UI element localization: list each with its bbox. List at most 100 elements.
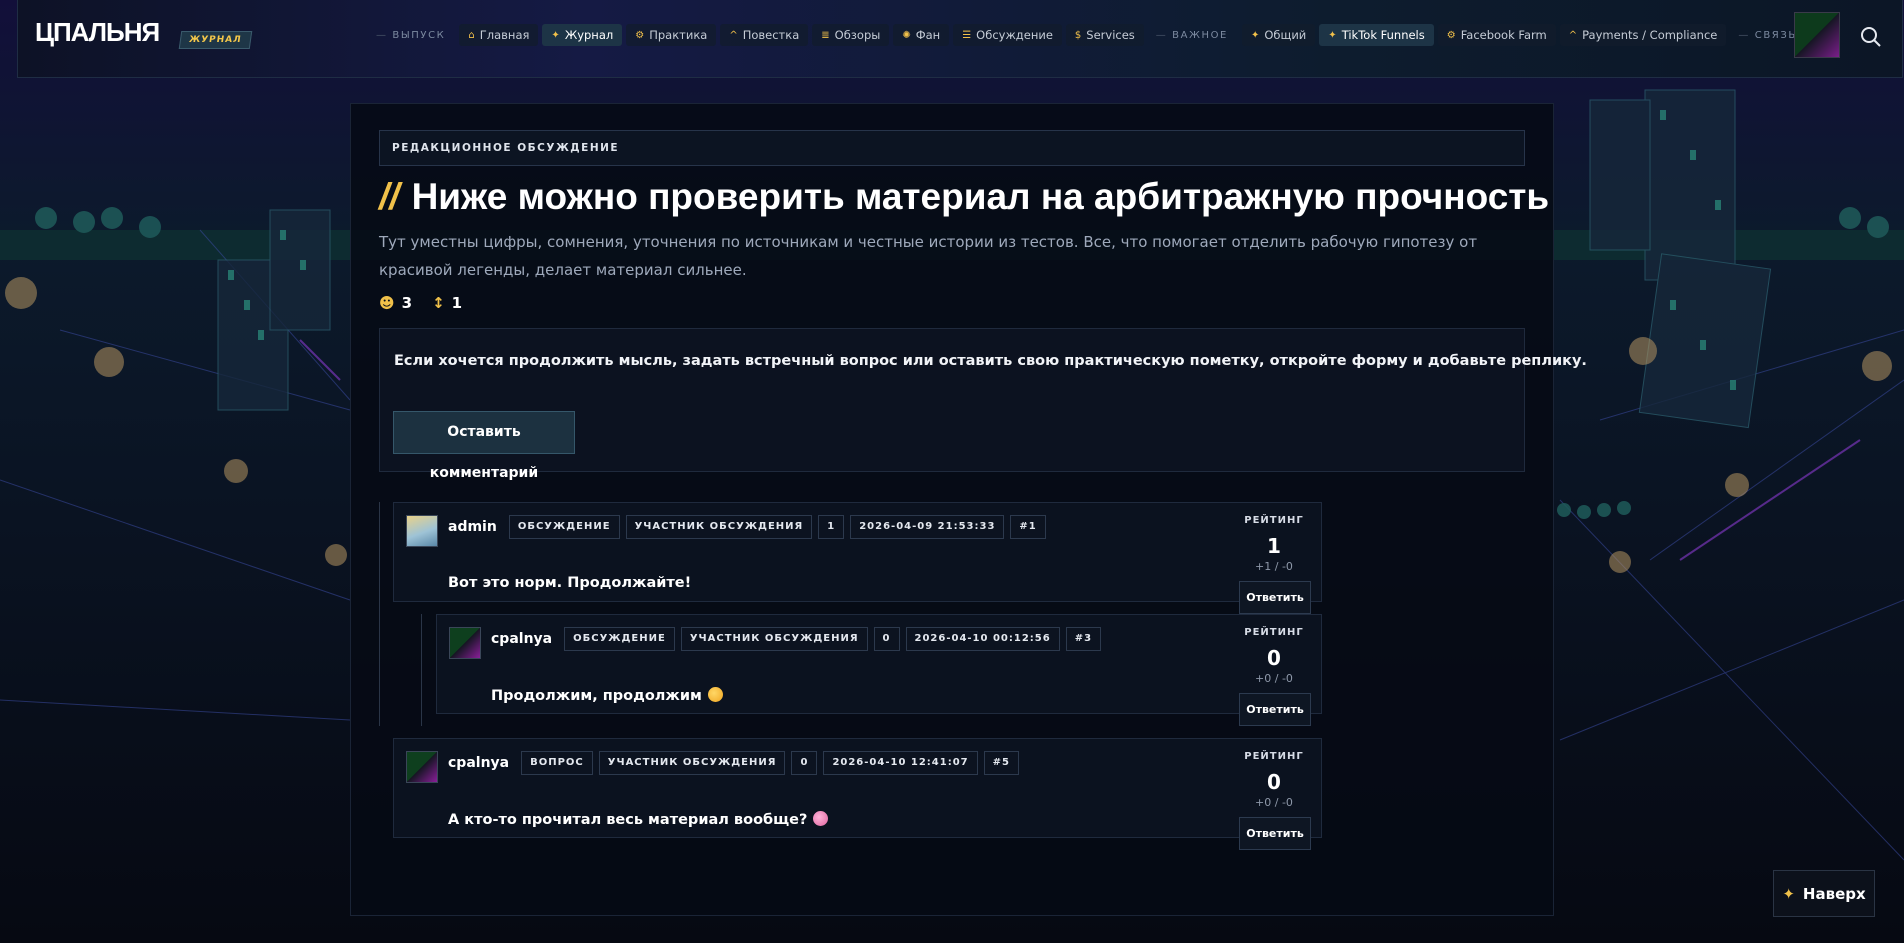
comment-id[interactable]: #3 (1065, 627, 1102, 651)
reply-thread-line (421, 614, 422, 726)
nav-item-fun[interactable]: ✺ Фан (893, 24, 950, 46)
comment-date: 2026-04-09 21:53:33 (850, 515, 1005, 539)
comment-author[interactable]: cpalnya (448, 755, 509, 771)
comment-body: Вот это норм. Продолжайте! (448, 575, 692, 591)
nav-item-label: Повестка (742, 28, 800, 42)
nav-item-home[interactable]: ⌂ Главная (459, 24, 539, 46)
nav-item-label: Обзоры (834, 28, 881, 42)
comment-meta: admin ОБСУЖДЕНИЕ УЧАСТНИК ОБСУЖДЕНИЯ 1 2… (448, 515, 1046, 539)
comment-count-badge: 0 (791, 751, 818, 775)
main-nav: ВЫПУСК ⌂ Главная ✦ Журнал ⚙ Практика ^ Повес… (368, 24, 1838, 46)
nav-item-label: TikTok Funnels (1341, 28, 1425, 42)
comment-type-badge: ОБСУЖДЕНИЕ (508, 515, 620, 539)
comment-role-badge: УЧАСТНИК ОБСУЖДЕНИЯ (598, 751, 786, 775)
nav-item-services[interactable]: $ Services (1065, 24, 1144, 46)
comments-list: admin ОБСУЖДЕНИЕ УЧАСТНИК ОБСУЖДЕНИЯ 1 2… (379, 502, 1525, 892)
title-text: Ниже можно проверить материал на арбитра… (411, 176, 1550, 217)
search-icon[interactable] (1860, 26, 1882, 48)
title-mark: // (379, 176, 400, 217)
section-kicker: РЕДАКЦИОННОЕ ОБСУЖДЕНИЕ (379, 130, 1525, 166)
nav-item-agenda[interactable]: ^ Повестка (720, 24, 809, 46)
rating-label: РЕЙТИНГ (1244, 751, 1304, 762)
comment-type-badge: ВОПРОС (521, 751, 593, 775)
nav-item-label: Services (1086, 28, 1135, 42)
comment-date: 2026-04-10 00:12:56 (905, 627, 1060, 651)
nav-item-reviews[interactable]: ≣ Обзоры (812, 24, 890, 46)
spark-icon: ✦ (1782, 884, 1795, 903)
home-icon: ⌂ (468, 29, 475, 41)
nav-item-tiktok-funnels[interactable]: ✦ TikTok Funnels (1319, 24, 1434, 46)
comment-id[interactable]: #1 (1010, 515, 1046, 539)
comments-count: ☻ 3 (379, 294, 413, 312)
spark-icon: ✦ (551, 29, 560, 41)
comment-meta: cpalnya ОБСУЖДЕНИЕ УЧАСТНИК ОБСУЖДЕНИЯ 0… (491, 627, 1102, 651)
rating-label: РЕЙТИНГ (1244, 515, 1304, 526)
comment-count-badge: 1 (818, 515, 845, 539)
dollar-icon: $ (1074, 29, 1082, 41)
comment-author[interactable]: cpalnya (491, 631, 552, 647)
site-logo[interactable]: ЦПАЛЬНЯ (35, 17, 160, 48)
comment-meta: cpalnya ВОПРОС УЧАСТНИК ОБСУЖДЕНИЯ 0 202… (448, 751, 1019, 775)
avatar[interactable] (406, 751, 438, 783)
nav-item-label: Facebook Farm (1460, 28, 1547, 42)
user-avatar[interactable] (1794, 12, 1840, 58)
rating-votes: +1 / -0 (1255, 560, 1293, 573)
avatar[interactable] (449, 627, 481, 659)
comment-date: 2026-04-10 12:41:07 (823, 751, 978, 775)
nav-item-label: Журнал (564, 28, 614, 42)
comment-id[interactable]: #5 (983, 751, 1019, 775)
nav-item-journal[interactable]: ✦ Журнал (542, 24, 623, 46)
comment-count-badge: 0 (873, 627, 900, 651)
back-to-top-label: Наверх (1802, 884, 1866, 903)
rating-value: 1 (1267, 534, 1281, 558)
gear-icon: ⚙ (1446, 29, 1456, 41)
comment-rating: РЕЙТИНГ 1 +1 / -0 (1235, 515, 1313, 573)
nav-item-general[interactable]: ✦ Общий (1241, 24, 1316, 46)
comment-role-badge: УЧАСТНИК ОБСУЖДЕНИЯ (625, 515, 813, 539)
sort-arrows-icon: ↕ (432, 294, 445, 312)
nav-item-label: Практика (649, 28, 708, 42)
top-navigation: ЦПАЛЬНЯ ЖУРНАЛ ВЫПУСК ⌂ Главная ✦ Журнал ⚙… (17, 0, 1903, 78)
reply-button[interactable]: Ответить (1239, 581, 1311, 614)
comment-author[interactable]: admin (448, 519, 497, 535)
sort-count[interactable]: ↕ 1 (432, 294, 462, 312)
nav-item-label: Обсуждение (976, 28, 1053, 42)
comment-body: А кто-то прочитал весь материал вообще? (448, 811, 829, 828)
nav-section-important: ВАЖНОЕ (1148, 30, 1238, 41)
caret-icon: ^ (1568, 29, 1578, 41)
rating-votes: +0 / -0 (1255, 672, 1293, 685)
page-title: // Ниже можно проверить материал на арбит… (379, 176, 1549, 218)
nav-item-label: Главная (479, 28, 530, 42)
logo-badge: ЖУРНАЛ (178, 31, 252, 49)
nav-item-practice[interactable]: ⚙ Практика (626, 24, 717, 46)
nav-section-release: ВЫПУСК (368, 30, 455, 41)
spark-icon: ✦ (1328, 29, 1337, 41)
nav-item-facebook-farm[interactable]: ⚙ Facebook Farm (1437, 24, 1556, 46)
comment-type-badge: ОБСУЖДЕНИЕ (564, 627, 675, 651)
discussion-stats: ☻ 3 ↕ 1 (379, 294, 462, 312)
leave-comment-button[interactable]: Оставить комментарий (393, 411, 575, 481)
nav-item-payments-compliance[interactable]: ^ Payments / Compliance (1559, 24, 1727, 46)
comment-role-badge: УЧАСТНИК ОБСУЖДЕНИЯ (680, 627, 868, 651)
comment-body: Продолжим, продолжим (491, 687, 723, 704)
discussion-panel: РЕДАКЦИОННОЕ ОБСУЖДЕНИЕ // Ниже можно про… (350, 103, 1587, 916)
sun-icon: ✺ (902, 29, 911, 41)
back-to-top-button[interactable]: ✦ Наверх (1773, 870, 1875, 917)
cta-text: Если хочется продолжить мысль, задать вс… (394, 353, 1587, 369)
reply-button[interactable]: Ответить (1239, 817, 1311, 850)
comment-item: cpalnya ОБСУЖДЕНИЕ УЧАСТНИК ОБСУЖДЕНИЯ 0… (436, 614, 1322, 726)
rating-value: 0 (1267, 646, 1281, 670)
nav-item-discussion[interactable]: ☰ Обсуждение (953, 24, 1062, 46)
brain-emoji-icon (813, 811, 829, 826)
comment-item: cpalnya ВОПРОС УЧАСТНИК ОБСУЖДЕНИЯ 0 202… (393, 738, 1322, 850)
smile-emoji-icon (707, 687, 723, 702)
reply-button[interactable]: Ответить (1239, 693, 1311, 726)
spark-icon: ✦ (1250, 29, 1260, 41)
caret-icon: ^ (729, 29, 738, 41)
rating-value: 0 (1267, 770, 1281, 794)
nav-item-label: Фан (915, 28, 941, 42)
thread-line (379, 502, 380, 726)
comment-cta: Если хочется продолжить мысль, задать вс… (379, 328, 1587, 481)
avatar[interactable] (406, 515, 438, 547)
comment-rating: РЕЙТИНГ 0 +0 / -0 (1235, 751, 1313, 809)
